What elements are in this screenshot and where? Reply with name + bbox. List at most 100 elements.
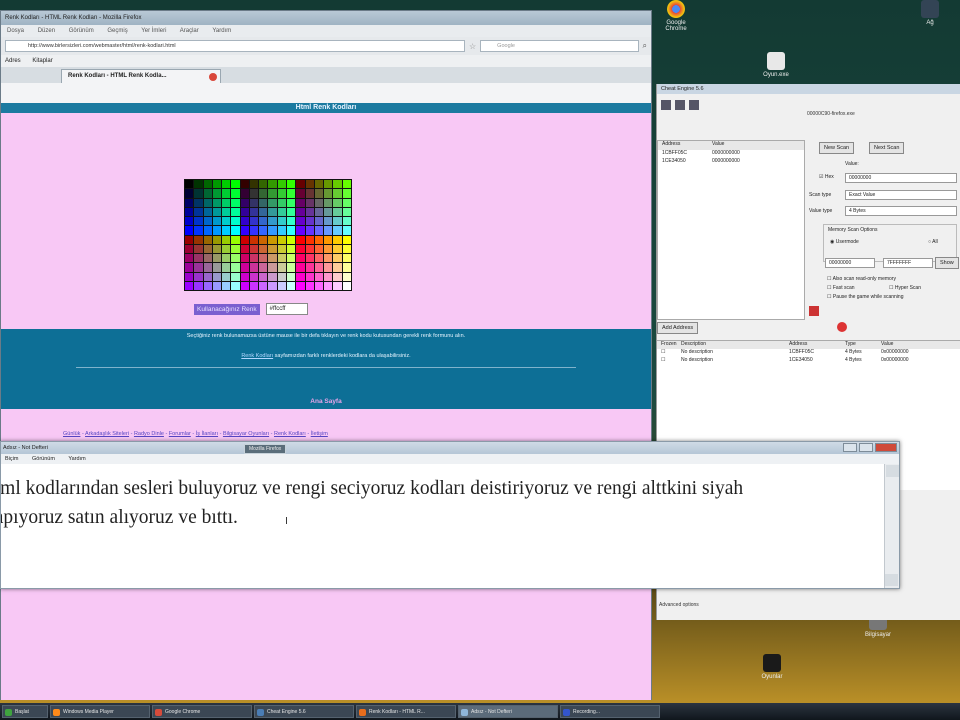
menu-item[interactable]: Dosya bbox=[7, 28, 24, 34]
color-swatch[interactable] bbox=[296, 235, 305, 244]
color-swatch[interactable] bbox=[296, 263, 305, 272]
bookmark-star-icon[interactable]: ☆ bbox=[469, 42, 476, 51]
color-swatch[interactable] bbox=[277, 244, 287, 253]
color-swatch[interactable] bbox=[222, 180, 231, 189]
color-swatch[interactable] bbox=[287, 189, 296, 198]
color-swatch[interactable] bbox=[194, 263, 203, 272]
start-address-input[interactable]: 00000000 bbox=[825, 258, 875, 268]
close-tab-icon[interactable] bbox=[209, 73, 217, 81]
table-row[interactable]: ☐ No description 1CBFF05C 4 Bytes 0x0000… bbox=[657, 349, 960, 357]
color-swatch[interactable] bbox=[231, 244, 240, 253]
value-input[interactable]: 00000000 bbox=[845, 173, 957, 183]
color-swatch[interactable] bbox=[277, 254, 287, 263]
list-item[interactable]: 1CE34050 0000000000 bbox=[658, 158, 804, 166]
color-swatch[interactable] bbox=[333, 272, 342, 281]
open-process-icon[interactable] bbox=[661, 100, 671, 110]
color-swatch[interactable] bbox=[240, 254, 249, 263]
color-swatch[interactable] bbox=[222, 207, 231, 216]
color-swatch[interactable] bbox=[268, 180, 277, 189]
scroll-up-icon[interactable] bbox=[885, 465, 899, 477]
color-swatch[interactable] bbox=[277, 198, 287, 207]
color-swatch[interactable] bbox=[314, 244, 324, 253]
color-swatch[interactable] bbox=[314, 254, 324, 263]
color-swatch[interactable] bbox=[249, 226, 259, 235]
usermode-radio[interactable]: ◉ Usermode bbox=[830, 239, 859, 245]
color-swatch[interactable] bbox=[185, 180, 194, 189]
color-swatch[interactable] bbox=[203, 226, 212, 235]
taskbar-button[interactable]: Windows Media Player bbox=[50, 705, 150, 718]
color-swatch[interactable] bbox=[333, 198, 342, 207]
color-swatch[interactable] bbox=[342, 281, 351, 290]
color-swatch[interactable] bbox=[333, 207, 342, 216]
color-swatch[interactable] bbox=[185, 263, 194, 272]
color-swatch[interactable] bbox=[314, 207, 324, 216]
color-swatch[interactable] bbox=[212, 254, 222, 263]
color-swatch[interactable] bbox=[305, 180, 314, 189]
color-swatch[interactable] bbox=[240, 189, 249, 198]
color-swatch[interactable] bbox=[342, 217, 351, 226]
color-swatch[interactable] bbox=[185, 281, 194, 290]
color-swatch[interactable] bbox=[212, 180, 222, 189]
color-swatch[interactable] bbox=[194, 189, 203, 198]
color-swatch[interactable] bbox=[194, 207, 203, 216]
color-swatch[interactable] bbox=[287, 235, 296, 244]
color-swatch[interactable] bbox=[287, 254, 296, 263]
color-swatch[interactable] bbox=[185, 272, 194, 281]
color-swatch[interactable] bbox=[240, 226, 249, 235]
color-swatch[interactable] bbox=[324, 226, 333, 235]
table-row[interactable]: ☐ No description 1CE34050 4 Bytes 0x0000… bbox=[657, 357, 960, 365]
footer-link[interactable]: Forumlar bbox=[169, 431, 191, 437]
color-swatch[interactable] bbox=[185, 207, 194, 216]
color-swatch[interactable] bbox=[194, 235, 203, 244]
maximize-button[interactable] bbox=[859, 443, 873, 452]
color-swatch[interactable] bbox=[203, 189, 212, 198]
color-swatch[interactable] bbox=[259, 198, 268, 207]
taskbar-button[interactable]: Cheat Engine 5.6 bbox=[254, 705, 354, 718]
all-radio[interactable]: ○ All bbox=[928, 239, 938, 245]
color-swatch[interactable] bbox=[240, 198, 249, 207]
color-swatch[interactable] bbox=[268, 189, 277, 198]
color-swatch[interactable] bbox=[268, 198, 277, 207]
color-swatch[interactable] bbox=[287, 198, 296, 207]
color-swatch[interactable] bbox=[222, 217, 231, 226]
color-swatch[interactable] bbox=[314, 281, 324, 290]
color-swatch[interactable] bbox=[194, 244, 203, 253]
taskbar-button[interactable]: Renk Kodları - HTML R... bbox=[356, 705, 456, 718]
color-swatch[interactable] bbox=[333, 281, 342, 290]
color-swatch[interactable] bbox=[324, 272, 333, 281]
color-swatch[interactable] bbox=[222, 189, 231, 198]
color-swatch[interactable] bbox=[249, 189, 259, 198]
color-swatch[interactable] bbox=[287, 217, 296, 226]
color-swatch[interactable] bbox=[212, 207, 222, 216]
taskbar-button[interactable]: Başlat bbox=[2, 705, 48, 718]
color-swatch[interactable] bbox=[314, 226, 324, 235]
renk-kodlari-link[interactable]: Renk Kodları bbox=[241, 353, 273, 359]
color-swatch[interactable] bbox=[296, 180, 305, 189]
color-swatch[interactable] bbox=[287, 281, 296, 290]
color-swatch[interactable] bbox=[231, 180, 240, 189]
scroll-down-icon[interactable] bbox=[885, 574, 898, 586]
color-swatch[interactable] bbox=[342, 226, 351, 235]
value-type-select[interactable]: 4 Bytes bbox=[845, 206, 957, 216]
color-swatch[interactable] bbox=[194, 180, 203, 189]
color-swatch[interactable] bbox=[296, 254, 305, 263]
footer-link[interactable]: Radyo Dinle bbox=[134, 431, 164, 437]
text-area[interactable]: html kodlarından sesleri buluyoruz ve re… bbox=[1, 464, 885, 588]
color-swatch[interactable] bbox=[333, 189, 342, 198]
color-swatch[interactable] bbox=[296, 281, 305, 290]
color-swatch[interactable] bbox=[249, 217, 259, 226]
search-icon[interactable]: ⌕ bbox=[643, 41, 647, 51]
color-swatch[interactable] bbox=[203, 281, 212, 290]
color-swatch[interactable] bbox=[342, 180, 351, 189]
color-swatch[interactable] bbox=[194, 226, 203, 235]
color-swatch[interactable] bbox=[333, 254, 342, 263]
color-swatch[interactable] bbox=[222, 235, 231, 244]
color-swatch[interactable] bbox=[194, 254, 203, 263]
bookmark-item[interactable]: Kitaplar bbox=[32, 58, 52, 64]
menu-item[interactable]: Görünüm bbox=[69, 28, 94, 34]
color-swatch[interactable] bbox=[249, 180, 259, 189]
color-swatch[interactable] bbox=[268, 272, 277, 281]
color-swatch[interactable] bbox=[249, 263, 259, 272]
menu-item[interactable]: Görünüm bbox=[32, 456, 55, 462]
color-swatch[interactable] bbox=[314, 272, 324, 281]
